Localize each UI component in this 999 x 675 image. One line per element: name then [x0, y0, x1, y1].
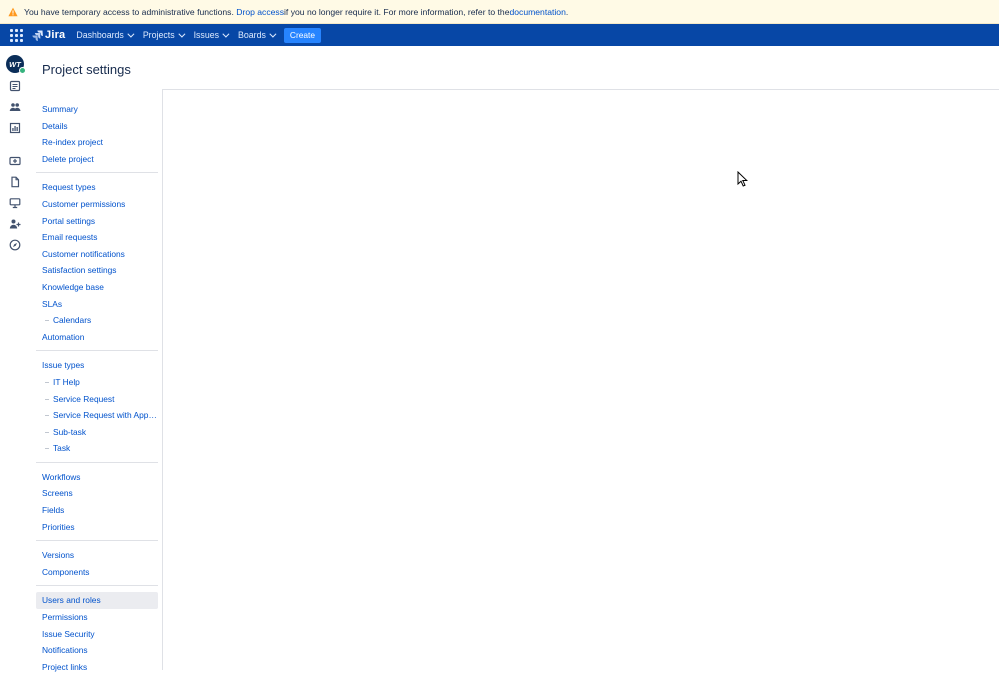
- sidebar-item-sub-task[interactable]: Sub-task: [36, 424, 158, 441]
- sidebar-divider: [36, 585, 158, 587]
- warning-icon: [8, 7, 18, 17]
- chevron-down-icon: [177, 30, 186, 38]
- project-settings-sidebar: Summary Details Re-index project Delete pro…: [36, 101, 158, 675]
- customers-icon[interactable]: [9, 101, 21, 113]
- sidebar-item-knowledge-base[interactable]: Knowledge base: [36, 279, 158, 296]
- sidebar-item-request-types[interactable]: Request types: [36, 179, 158, 196]
- sidebar-item-details[interactable]: Details: [36, 118, 158, 135]
- banner-text-middle: if you no longer require it. For more in…: [284, 6, 510, 17]
- sidebar-item-components[interactable]: Components: [36, 564, 158, 581]
- sidebar-item-screens[interactable]: Screens: [36, 485, 158, 502]
- sidebar-item-workflows[interactable]: Workflows: [36, 469, 158, 486]
- sidebar-item-it-help[interactable]: IT Help: [36, 374, 158, 391]
- documentation-link[interactable]: documentation: [509, 7, 565, 17]
- sidebar-item-users-and-roles[interactable]: Users and roles: [36, 592, 158, 610]
- status-dot: [19, 67, 26, 74]
- channels-icon[interactable]: [9, 197, 21, 209]
- sidebar-item-priorities[interactable]: Priorities: [36, 519, 158, 536]
- sidebar-item-issue-types[interactable]: Issue types: [36, 357, 158, 374]
- jira-logo-text: Jira: [45, 29, 66, 41]
- nav-issues-label: Issues: [193, 30, 220, 40]
- nav-dashboards[interactable]: Dashboards: [76, 30, 135, 40]
- chevron-down-icon: [222, 30, 230, 38]
- sidebar-item-portal-settings[interactable]: Portal settings: [36, 213, 158, 230]
- chevron-down-icon: [269, 30, 277, 38]
- banner-text: You have temporary access to administrat…: [24, 6, 234, 17]
- nav-projects-label: Projects: [142, 30, 175, 40]
- sidebar-divider: [36, 350, 158, 352]
- sidebar-item-project-links[interactable]: Project links: [36, 659, 158, 675]
- sidebar-item-fields[interactable]: Fields: [36, 502, 158, 519]
- nav-issues[interactable]: Issues: [193, 30, 230, 40]
- compass-icon[interactable]: [9, 239, 21, 251]
- sidebar-item-service-request[interactable]: Service Request: [36, 391, 158, 408]
- create-button[interactable]: Create: [283, 27, 322, 43]
- nav-dashboards-label: Dashboards: [76, 30, 124, 40]
- chevron-down-icon: [127, 30, 135, 38]
- sidebar-item-calendars[interactable]: Calendars: [36, 312, 158, 329]
- sidebar-item-summary[interactable]: Summary: [36, 101, 158, 118]
- sidebar-item-delete-project[interactable]: Delete project: [36, 151, 158, 168]
- sidebar-divider: [36, 461, 158, 463]
- project-icon-rail: WT: [0, 46, 31, 670]
- app-switcher-icon[interactable]: [9, 28, 23, 42]
- banner-text-end: .: [565, 6, 569, 17]
- nav-projects[interactable]: Projects: [142, 30, 186, 40]
- knowledge-icon[interactable]: [9, 176, 21, 188]
- jira-logo[interactable]: Jira: [32, 29, 65, 41]
- sidebar-item-email-requests[interactable]: Email requests: [36, 229, 158, 246]
- nav-boards-label: Boards: [238, 30, 266, 40]
- raise-request-icon[interactable]: [9, 155, 21, 167]
- sidebar-item-permissions[interactable]: Permissions: [36, 609, 158, 626]
- sidebar-item-customer-permissions[interactable]: Customer permissions: [36, 196, 158, 213]
- mouse-cursor-icon: [737, 171, 748, 187]
- project-avatar[interactable]: WT: [6, 55, 26, 74]
- reports-icon[interactable]: [9, 122, 21, 134]
- top-navigation: Jira Dashboards Projects Issues Boards C…: [0, 24, 999, 46]
- sidebar-item-re-index-project[interactable]: Re-index project: [36, 134, 158, 151]
- nav-boards[interactable]: Boards: [238, 30, 277, 40]
- sidebar-divider: [36, 172, 158, 174]
- jira-logo-icon: [32, 30, 43, 41]
- queue-icon[interactable]: [9, 80, 21, 92]
- add-people-icon[interactable]: [9, 218, 21, 230]
- sidebar-item-service-request-with-appro[interactable]: Service Request with Appro...: [36, 407, 158, 424]
- sidebar-item-issue-security[interactable]: Issue Security: [36, 626, 158, 643]
- sidebar-item-versions[interactable]: Versions: [36, 547, 158, 564]
- sidebar-item-task[interactable]: Task: [36, 440, 158, 457]
- sidebar-item-slas[interactable]: SLAs: [36, 296, 158, 313]
- sidebar-item-notifications[interactable]: Notifications: [36, 642, 158, 659]
- sidebar-item-customer-notifications[interactable]: Customer notifications: [36, 246, 158, 263]
- page-title: Project settings: [42, 62, 131, 77]
- sidebar-item-automation[interactable]: Automation: [36, 329, 158, 346]
- sidebar-item-satisfaction-settings[interactable]: Satisfaction settings: [36, 262, 158, 279]
- admin-access-banner: You have temporary access to administrat…: [0, 0, 999, 24]
- drop-access-link[interactable]: Drop access: [236, 7, 284, 17]
- main-content-area: [162, 89, 999, 670]
- sidebar-divider: [36, 540, 158, 542]
